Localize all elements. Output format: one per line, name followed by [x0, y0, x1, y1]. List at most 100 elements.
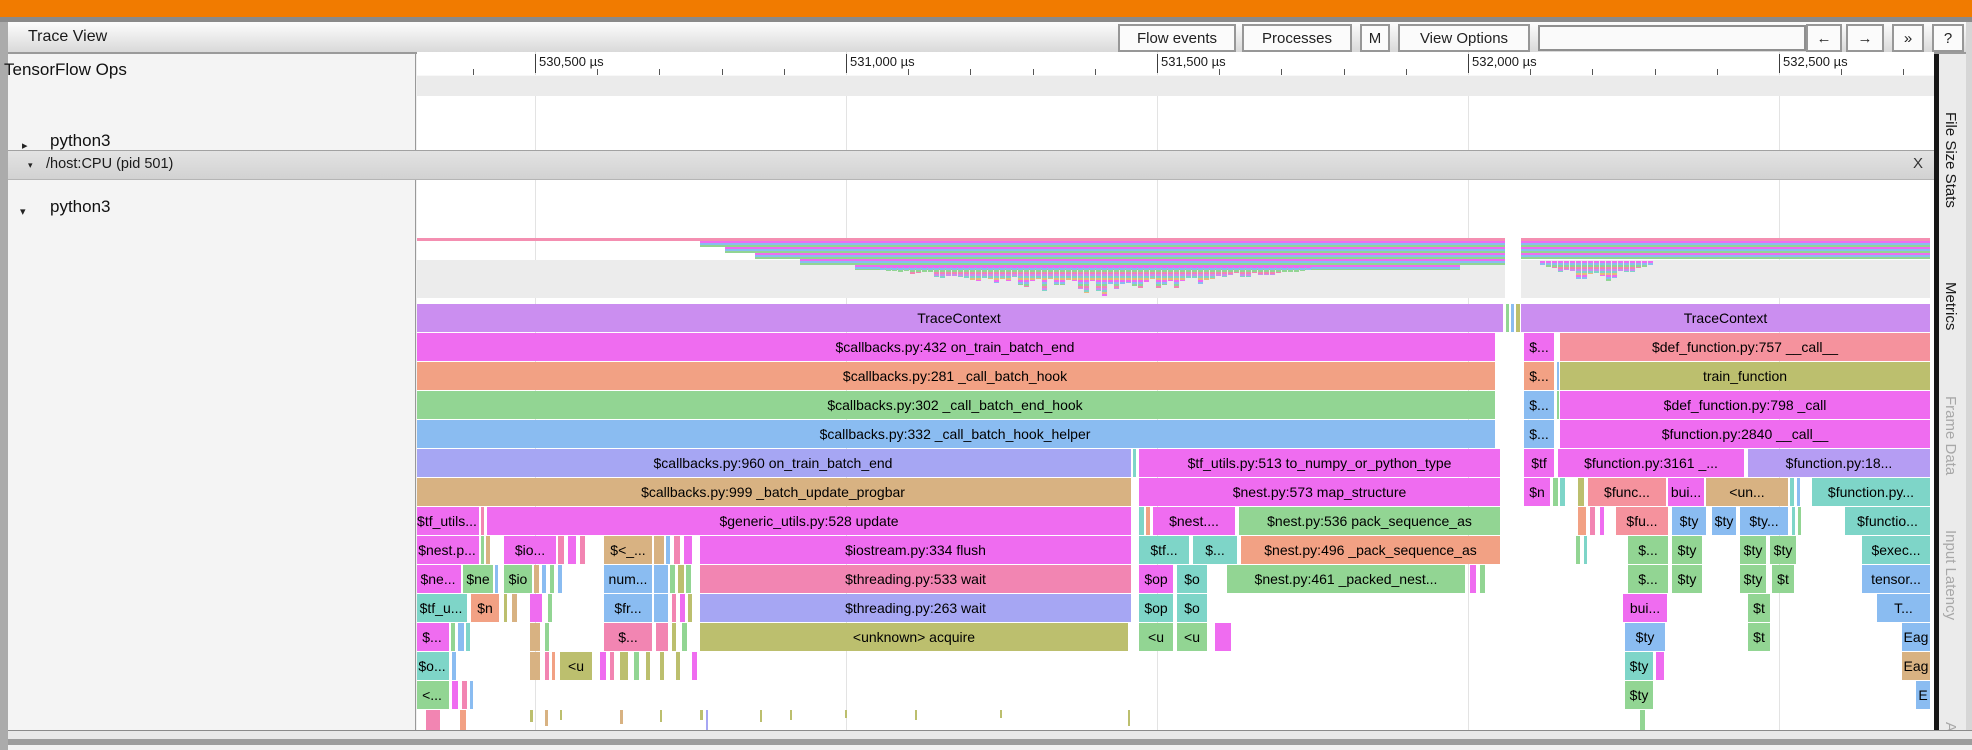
flame-block[interactable]: $tf	[1524, 449, 1554, 477]
flame-block[interactable]: $<_...	[604, 536, 652, 564]
flame-block[interactable]: <...	[417, 681, 449, 709]
flame-sliver[interactable]	[1798, 507, 1801, 535]
flame-sliver[interactable]	[1511, 304, 1514, 332]
flame-block[interactable]: $function.py:3161 _...	[1558, 449, 1744, 477]
flame-sliver[interactable]	[504, 594, 507, 622]
flame-block[interactable]: $callbacks.py:432 on_train_batch_end	[417, 333, 1495, 361]
flame-block[interactable]: $ty...	[1740, 507, 1788, 535]
flame-sliver[interactable]	[1578, 507, 1586, 535]
flame-block[interactable]: <u	[1177, 623, 1207, 651]
flame-block[interactable]: $ne...	[417, 565, 461, 593]
flame-sliver[interactable]	[1146, 507, 1150, 535]
flame-sliver[interactable]	[1470, 565, 1476, 593]
flame-block[interactable]: $callbacks.py:302 _call_batch_end_hook	[417, 391, 1495, 419]
flame-block[interactable]: TraceContext	[1521, 304, 1930, 332]
flame-block[interactable]: train_function	[1560, 362, 1930, 390]
flame-block[interactable]: $ty	[1712, 507, 1736, 535]
flame-block[interactable]: $...	[1524, 362, 1554, 390]
nav-button[interactable]: »	[1892, 24, 1924, 52]
flame-block[interactable]: $n	[471, 594, 499, 622]
flame-block[interactable]: $n	[1524, 478, 1550, 506]
toolbar-button-flow-events[interactable]: Flow events	[1118, 24, 1236, 52]
flame-block[interactable]: $io	[504, 565, 532, 593]
flame-block[interactable]: $ty	[1672, 565, 1702, 593]
flame-sliver[interactable]	[1576, 536, 1580, 564]
flame-sliver[interactable]	[481, 536, 484, 564]
flame-block[interactable]: $nest.py:461 _packed_nest...	[1227, 565, 1465, 593]
rail-item-metrics[interactable]: Metrics	[1942, 282, 1959, 330]
flame-sliver[interactable]	[1790, 478, 1794, 506]
device-header-host-cpu[interactable]: ▾ /host:CPU (pid 501) X	[8, 150, 1934, 180]
flame-sliver[interactable]	[548, 594, 552, 622]
flame-block[interactable]: $nest.py:496 _pack_sequence_as	[1241, 536, 1500, 564]
search-input[interactable]	[1538, 25, 1806, 51]
flame-sliver[interactable]	[1600, 507, 1604, 535]
flame-sliver[interactable]	[466, 623, 470, 651]
flame-block[interactable]: $def_function.py:757 __call__	[1560, 333, 1930, 361]
close-device-button[interactable]: X	[1913, 155, 1923, 172]
flame-block[interactable]: Eag	[1902, 652, 1930, 680]
track-python3-collapsed[interactable]: python3	[50, 131, 111, 151]
flame-sliver[interactable]	[558, 536, 564, 564]
flame-block[interactable]: $ty	[1740, 565, 1766, 593]
flame-sliver[interactable]	[452, 681, 458, 709]
flame-sliver[interactable]	[688, 594, 692, 622]
flame-block[interactable]: $o...	[417, 652, 449, 680]
nav-button[interactable]: ←	[1806, 24, 1842, 52]
flame-block[interactable]: $ty	[1625, 681, 1653, 709]
flame-sliver[interactable]	[1516, 304, 1520, 332]
flame-block[interactable]: $...	[1628, 536, 1668, 564]
flame-block[interactable]: $t	[1748, 623, 1770, 651]
flame-block[interactable]: $tf...	[1139, 536, 1189, 564]
flame-sliver[interactable]	[672, 594, 676, 622]
flame-block[interactable]: $function.py:18...	[1748, 449, 1930, 477]
flame-block[interactable]: $ty	[1625, 623, 1665, 651]
flame-block[interactable]: $ty	[1625, 652, 1653, 680]
flame-sliver[interactable]	[1139, 507, 1144, 535]
flame-block[interactable]: $t	[1748, 594, 1770, 622]
flame-block[interactable]: $op	[1139, 594, 1173, 622]
collapse-arrow-icon[interactable]: ▾	[20, 205, 26, 218]
flame-sliver[interactable]	[1553, 478, 1558, 506]
flame-sliver[interactable]	[1215, 623, 1231, 651]
flame-sliver[interactable]	[1797, 478, 1800, 506]
flame-block[interactable]: $functio...	[1845, 507, 1930, 535]
flame-sliver[interactable]	[610, 652, 614, 680]
flame-block[interactable]: $...	[604, 623, 652, 651]
toolbar-button-m[interactable]: M	[1360, 24, 1390, 52]
flame-block[interactable]: $ty	[1672, 536, 1702, 564]
flame-sliver[interactable]	[458, 623, 464, 651]
flame-sliver[interactable]	[680, 594, 685, 622]
flame-sliver[interactable]	[530, 623, 540, 651]
flame-block[interactable]: <unknown> acquire	[700, 623, 1128, 651]
flame-block[interactable]: $callbacks.py:999 _batch_update_progbar	[417, 478, 1131, 506]
flame-sliver[interactable]	[495, 565, 498, 593]
flame-sliver[interactable]	[1557, 391, 1559, 419]
flame-block[interactable]: bui...	[1668, 478, 1704, 506]
flame-block[interactable]: $threading.py:263 wait	[700, 594, 1131, 622]
flame-sliver[interactable]	[530, 594, 542, 622]
flame-block[interactable]: $def_function.py:798 _call	[1560, 391, 1930, 419]
flame-block[interactable]: $tf_u...	[417, 594, 467, 622]
flame-sliver[interactable]	[1584, 536, 1587, 564]
flame-sliver[interactable]	[654, 594, 668, 622]
flame-block[interactable]: $nest....	[1153, 507, 1235, 535]
flame-sliver[interactable]	[1590, 507, 1595, 535]
flame-block[interactable]: $io...	[504, 536, 556, 564]
flame-block[interactable]: $generic_utils.py:528 update	[487, 507, 1131, 535]
flame-block[interactable]: $...	[1524, 333, 1554, 361]
flame-sliver[interactable]	[451, 623, 455, 651]
flame-sliver[interactable]	[1506, 304, 1509, 332]
flame-sliver[interactable]	[1560, 478, 1565, 506]
flame-sliver[interactable]	[552, 652, 555, 680]
flame-sliver[interactable]	[682, 623, 687, 651]
flame-sliver[interactable]	[542, 565, 546, 593]
flame-block[interactable]: <un...	[1706, 478, 1788, 506]
flame-block[interactable]: $...	[1193, 536, 1237, 564]
flame-block[interactable]: $ty	[1770, 536, 1796, 564]
rail-item-frame-data[interactable]: Frame Data	[1942, 396, 1959, 475]
flame-block[interactable]: $t	[1772, 565, 1794, 593]
flame-block[interactable]: $...	[1628, 565, 1668, 593]
flame-block[interactable]: $fr...	[604, 594, 652, 622]
flame-sliver[interactable]	[684, 536, 692, 564]
